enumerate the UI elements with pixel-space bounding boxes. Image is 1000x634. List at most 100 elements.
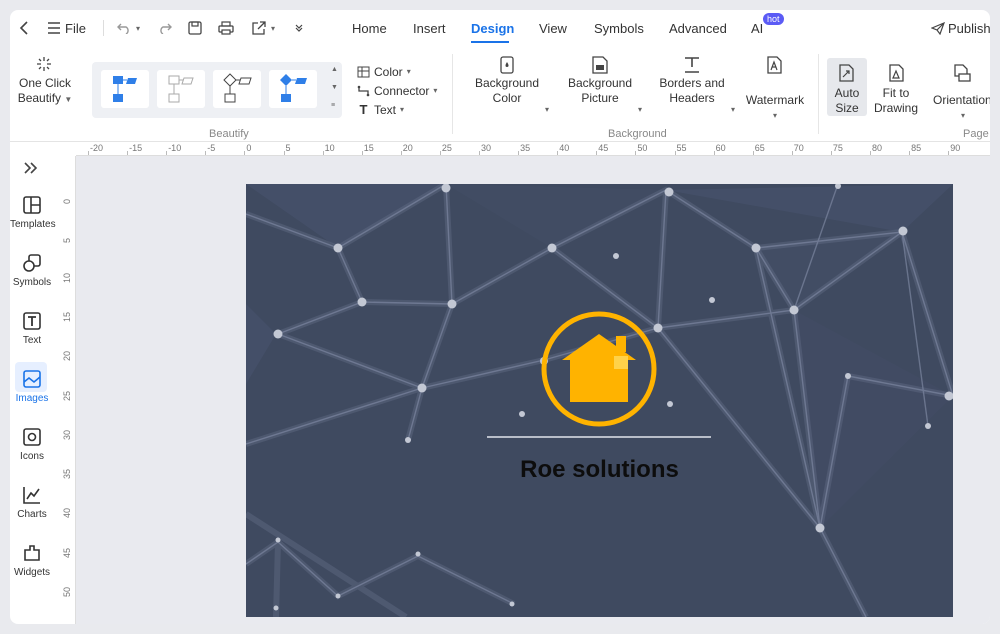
ruler-tick-label: 5 <box>285 143 291 153</box>
design-ribbon: One Click Beautify ▼ ▲ ▼ ≡ Color ▾ Conne… <box>10 46 990 142</box>
app-window: File ▾ ▾ Home Insert Design View Symbols… <box>10 10 990 624</box>
file-menu[interactable]: File <box>65 21 86 36</box>
borders-headers-icon <box>684 56 700 77</box>
publish-button[interactable]: Publish <box>948 21 990 36</box>
connector-button[interactable]: Connector ▾ <box>357 83 437 98</box>
sparkle-icon <box>36 56 52 75</box>
export-dropdown-icon[interactable]: ▾ <box>269 18 277 38</box>
color-button[interactable]: Color ▾ <box>357 64 411 79</box>
redo-icon[interactable] <box>156 18 172 38</box>
beautify-style-1[interactable] <box>101 70 149 108</box>
sidebar-item-widgets[interactable]: Widgets <box>10 542 54 578</box>
watermark-icon <box>766 56 782 77</box>
chevron-down-icon[interactable]: ▾ <box>545 105 549 114</box>
gallery-up-icon[interactable]: ▲ <box>331 66 338 73</box>
ruler-tick <box>713 151 715 155</box>
sidebar-item-label: Text <box>22 335 42 346</box>
house-logo-icon <box>541 311 657 427</box>
chevron-down-icon: ▾ <box>400 105 405 114</box>
beautify-style-2[interactable] <box>157 70 205 108</box>
chevron-down-icon[interactable]: ▾ <box>638 105 642 114</box>
sidebar-item-label: Widgets <box>13 567 51 578</box>
text-t-icon: T <box>359 102 368 117</box>
ruler-tick-label: 65 <box>754 143 765 153</box>
gallery-expand-icon[interactable]: ≡ <box>331 102 335 109</box>
chevron-down-icon[interactable]: ▾ <box>731 105 735 114</box>
hamburger-icon[interactable] <box>46 18 62 38</box>
text-button[interactable]: T Text ▾ <box>357 102 405 117</box>
ruler-tick <box>88 151 89 155</box>
document-page[interactable]: Roe solutions <box>246 184 953 617</box>
one-click-label-2: Beautify ▼ <box>14 91 76 107</box>
sidebar-item-charts[interactable]: Charts <box>10 484 54 520</box>
ruler-tick-label: 25 <box>441 143 452 153</box>
ruler-tick <box>400 151 402 155</box>
auto-size-label-1: Auto <box>834 86 860 100</box>
export-icon[interactable] <box>250 18 266 38</box>
beautify-style-3[interactable] <box>213 70 261 108</box>
orientation-button[interactable]: Orientation ▾ <box>928 93 990 123</box>
ruler-tick <box>127 151 129 155</box>
color-label: Color <box>374 64 403 79</box>
sidebar-item-images[interactable]: Images <box>10 368 54 404</box>
ruler-tick <box>948 151 950 155</box>
tab-view[interactable]: View <box>539 21 567 36</box>
sidebar-item-templates[interactable]: Templates <box>10 194 56 230</box>
more-chevron-icon[interactable] <box>292 18 306 38</box>
ruler-tick <box>635 151 637 155</box>
tab-insert[interactable]: Insert <box>413 21 446 36</box>
borders-headers-button[interactable]: Borders and Headers <box>654 76 730 106</box>
auto-size-label-2: Size <box>835 101 859 115</box>
background-color-button[interactable]: Background Color <box>470 76 544 106</box>
undo-icon[interactable] <box>116 18 132 38</box>
tab-design[interactable]: Design <box>471 21 514 36</box>
icons-icon <box>23 428 41 446</box>
background-group-label: Background <box>608 128 667 140</box>
document-title[interactable]: Roe solutions <box>246 456 953 484</box>
images-icon <box>23 370 41 388</box>
gallery-down-icon[interactable]: ▼ <box>331 84 338 91</box>
tab-advanced[interactable]: Advanced <box>669 21 727 36</box>
ruler-tick-label: 40 <box>62 508 72 519</box>
borders-label-2: Headers <box>669 91 715 105</box>
bg-picture-label-2: Picture <box>581 91 619 105</box>
back-icon[interactable] <box>16 18 32 38</box>
beautify-style-gallery: ▲ ▼ ≡ <box>92 62 342 118</box>
ruler-tick-label: 50 <box>637 143 648 153</box>
text-icon <box>23 312 41 330</box>
publish-icon[interactable] <box>930 18 946 38</box>
watermark-button[interactable]: Watermark ▾ <box>743 93 807 123</box>
fit-to-drawing-button[interactable]: Fit to Drawing <box>868 86 924 116</box>
sidebar-item-symbols[interactable]: Symbols <box>10 252 54 288</box>
ruler-tick <box>909 151 911 155</box>
beautify-style-4[interactable] <box>269 70 317 108</box>
chevron-down-icon: ▾ <box>433 86 438 95</box>
top-toolbar: File ▾ ▾ Home Insert Design View Symbols… <box>10 10 990 46</box>
page-group-label: Page <box>963 128 989 140</box>
ruler-tick-label: 40 <box>559 143 570 153</box>
ruler-tick-label: 70 <box>793 143 804 153</box>
print-icon[interactable] <box>218 18 234 38</box>
sidebar-item-label: Symbols <box>12 277 52 288</box>
ruler-tick-label: 35 <box>520 143 531 153</box>
sidebar-item-text[interactable]: Text <box>10 310 54 346</box>
bucket-icon <box>499 56 515 77</box>
one-click-label-2-text: Beautify <box>17 91 62 105</box>
background-picture-button[interactable]: Background Picture <box>563 76 637 106</box>
sidebar-item-icons[interactable]: Icons <box>10 426 54 462</box>
expand-sidebar-icon[interactable] <box>24 162 38 177</box>
divider <box>103 20 104 36</box>
tab-symbols[interactable]: Symbols <box>594 21 644 36</box>
fit-label-2: Drawing <box>873 101 918 115</box>
ruler-tick <box>752 151 754 155</box>
tab-ai[interactable]: AI <box>751 21 763 36</box>
save-icon[interactable] <box>187 18 203 38</box>
bg-picture-label-1: Background <box>567 76 633 90</box>
tab-home[interactable]: Home <box>352 21 387 36</box>
undo-dropdown-icon[interactable]: ▾ <box>134 18 142 38</box>
ruler-tick-label: -10 <box>168 143 182 153</box>
ruler-tick-label: 20 <box>62 351 72 362</box>
ruler-tick-label: 10 <box>62 272 72 283</box>
one-click-beautify-button[interactable]: One Click Beautify ▼ <box>14 76 76 107</box>
sidebar-item-label: Charts <box>17 509 47 520</box>
